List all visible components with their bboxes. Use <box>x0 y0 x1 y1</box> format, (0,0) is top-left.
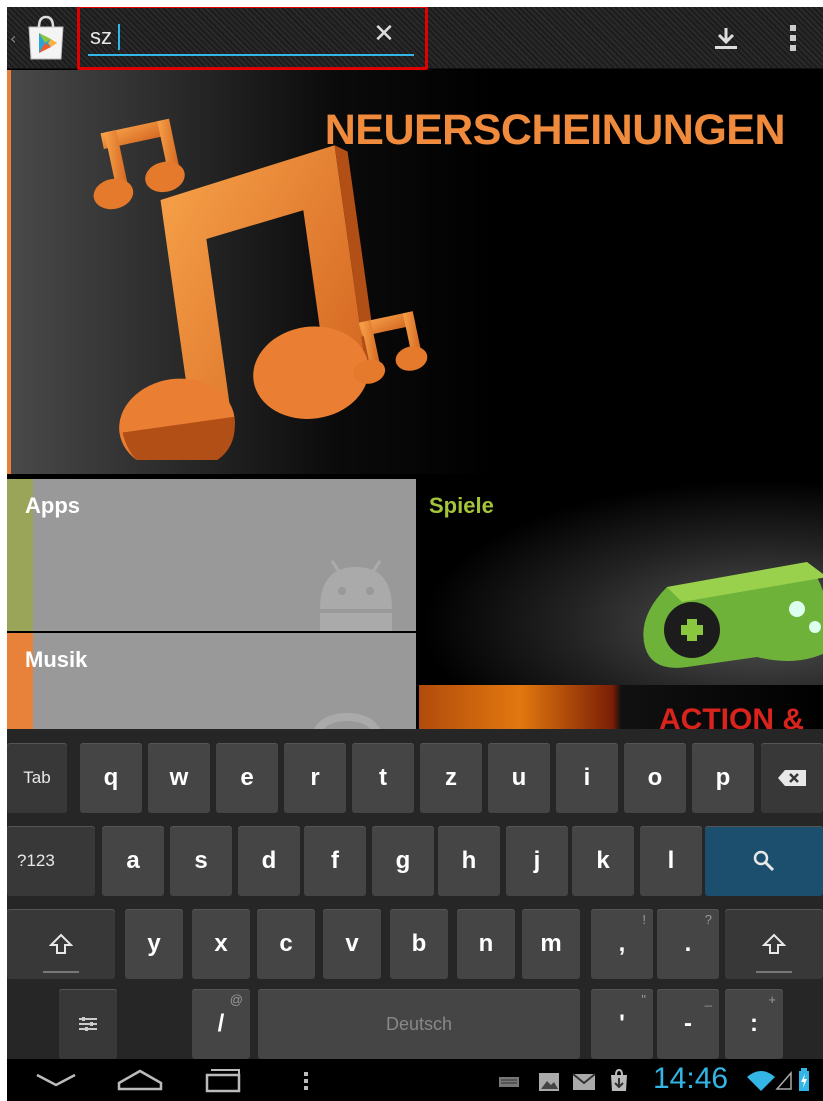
apps-label: Apps <box>25 493 80 518</box>
new-releases-banner[interactable]: NEUERSCHEINUNGEN <box>7 70 823 474</box>
comma-hint: ! <box>642 912 646 927</box>
key-t[interactable]: t <box>352 743 414 813</box>
key-z[interactable]: z <box>420 743 482 813</box>
key-shift-right[interactable] <box>725 909 823 979</box>
wifi-icon <box>747 1071 775 1091</box>
overflow-menu-icon[interactable] <box>788 21 798 55</box>
key-slash[interactable]: / @ <box>192 989 250 1059</box>
key-o[interactable]: o <box>624 743 686 813</box>
menu-dots-icon[interactable] <box>301 1063 311 1097</box>
musik-label: Musik <box>25 647 88 672</box>
key-backspace[interactable] <box>761 743 823 813</box>
colon-hint: + <box>768 992 776 1007</box>
search-field-container[interactable]: ✕ <box>77 7 428 70</box>
key-a[interactable]: a <box>102 826 164 896</box>
key-q[interactable]: q <box>80 743 142 813</box>
key-n[interactable]: n <box>457 909 515 979</box>
apostrophe-label: ' <box>619 1010 625 1037</box>
search-underline <box>88 54 414 56</box>
play-store-notification-icon <box>611 1068 627 1091</box>
hide-keyboard-icon[interactable] <box>31 1063 81 1097</box>
key-p[interactable]: p <box>692 743 754 813</box>
battery-charging-icon <box>799 1068 809 1091</box>
key-u[interactable]: u <box>488 743 550 813</box>
key-f[interactable]: f <box>304 826 366 896</box>
signal-icon <box>775 1071 792 1090</box>
key-s[interactable]: s <box>170 826 232 896</box>
download-icon[interactable] <box>712 23 740 53</box>
settings-sliders-icon <box>79 1017 97 1031</box>
soft-keyboard: Tab q w e r t z u i o p ?123 a s d f g h… <box>7 729 823 1059</box>
key-r[interactable]: r <box>284 743 346 813</box>
key-w[interactable]: w <box>148 743 210 813</box>
key-symbols[interactable]: ?123 <box>7 826 95 896</box>
text-caret <box>118 24 120 50</box>
android-icon <box>320 560 392 631</box>
slash-label: / <box>217 1010 225 1037</box>
key-dash[interactable]: - _ <box>657 989 719 1059</box>
recent-apps-icon[interactable] <box>201 1063 245 1097</box>
key-x[interactable]: x <box>192 909 250 979</box>
key-c[interactable]: c <box>257 909 315 979</box>
key-g[interactable]: g <box>372 826 434 896</box>
keyboard-status-icon <box>499 1077 519 1087</box>
banner-accent <box>7 70 11 474</box>
search-input[interactable] <box>90 22 345 52</box>
backspace-icon <box>778 770 806 786</box>
screen: ‹ ✕ <box>7 7 823 1101</box>
category-tile-spiele[interactable]: Spiele <box>419 479 823 687</box>
colon-label: : <box>750 1010 758 1037</box>
key-space[interactable]: Deutsch <box>258 989 580 1059</box>
banner-title: NEUERSCHEINUNGEN <box>324 106 786 154</box>
gamepad-icon <box>643 562 823 668</box>
shift-indicator <box>756 971 792 973</box>
gallery-icon <box>539 1073 559 1091</box>
apostrophe-hint: " <box>641 992 646 1007</box>
play-store-icon[interactable] <box>21 13 71 63</box>
key-j[interactable]: j <box>506 826 568 896</box>
dash-label: - <box>684 1010 692 1037</box>
key-e[interactable]: e <box>216 743 278 813</box>
key-apostrophe[interactable]: ' " <box>591 989 653 1059</box>
period-label: . <box>684 930 692 957</box>
key-k[interactable]: k <box>572 826 634 896</box>
key-colon[interactable]: : + <box>725 989 783 1059</box>
comma-label: , <box>618 930 626 957</box>
category-tile-musik[interactable]: Musik <box>7 633 416 743</box>
spiele-label: Spiele <box>429 493 494 518</box>
key-shift-left[interactable] <box>7 909 115 979</box>
slash-hint: @ <box>229 992 243 1007</box>
key-period[interactable]: .? <box>657 909 719 979</box>
key-settings[interactable] <box>59 989 117 1059</box>
search-icon <box>753 850 775 872</box>
shift-indicator <box>43 971 79 973</box>
key-v[interactable]: v <box>323 909 381 979</box>
key-h[interactable]: h <box>438 826 500 896</box>
key-b[interactable]: b <box>390 909 448 979</box>
key-search[interactable] <box>705 826 823 896</box>
key-l[interactable]: l <box>640 826 702 896</box>
back-chevron-icon[interactable]: ‹ <box>10 29 16 48</box>
key-i[interactable]: i <box>556 743 618 813</box>
key-y[interactable]: y <box>125 909 183 979</box>
key-d[interactable]: d <box>238 826 300 896</box>
key-m[interactable]: m <box>522 909 580 979</box>
home-icon[interactable] <box>115 1063 165 1097</box>
category-tile-apps[interactable]: Apps <box>7 479 416 631</box>
gmail-icon <box>572 1073 596 1090</box>
key-comma[interactable]: ,! <box>591 909 653 979</box>
period-hint: ? <box>704 912 712 927</box>
shift-icon <box>49 933 73 954</box>
dash-hint: _ <box>704 992 712 1007</box>
shift-icon <box>762 933 786 954</box>
system-nav-bar: 14:46 <box>7 1059 823 1101</box>
clock: 14:46 <box>653 1062 729 1095</box>
clear-search-icon[interactable]: ✕ <box>370 18 398 50</box>
key-tab[interactable]: Tab <box>7 743 67 813</box>
action-bar: ‹ ✕ <box>7 7 823 70</box>
